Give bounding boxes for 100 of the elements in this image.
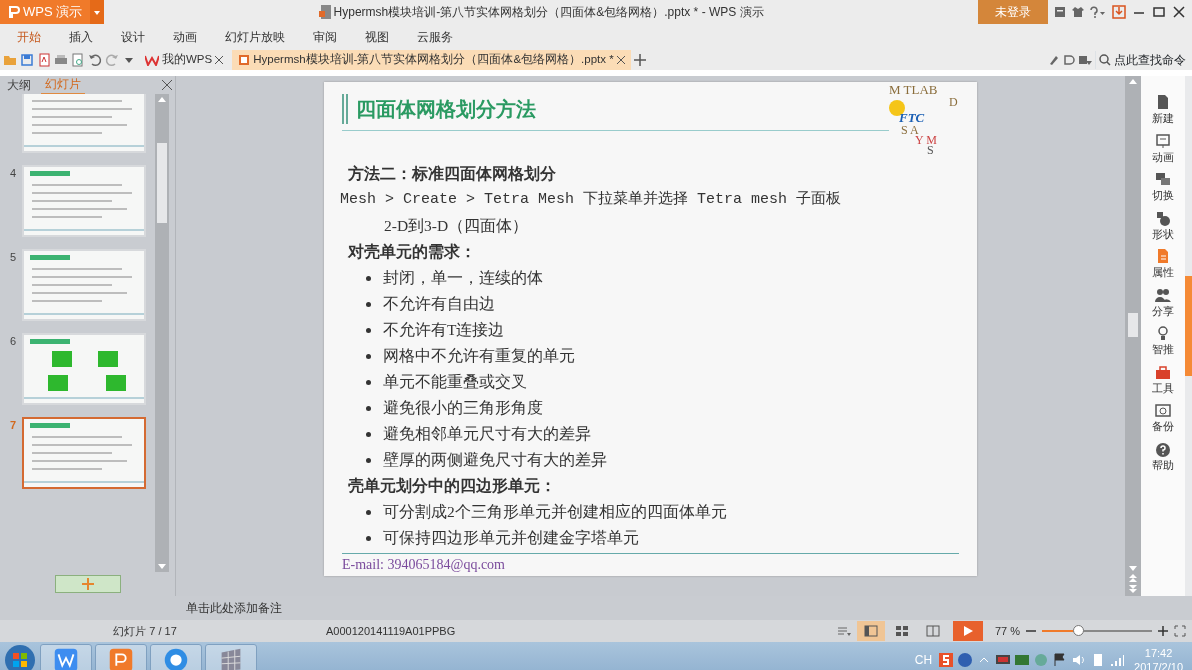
signal-icon[interactable]	[1109, 652, 1126, 668]
document-icon	[318, 5, 331, 19]
preview-icon[interactable]	[71, 53, 85, 67]
scroll-down-icon[interactable]	[158, 564, 166, 569]
bullet-icon	[366, 509, 371, 515]
caret-icon	[94, 10, 101, 15]
zoom-in-icon[interactable]	[1158, 626, 1168, 636]
slide-text: 2-D到3-D（四面体）	[383, 216, 530, 236]
play-icon	[962, 626, 973, 636]
bullet-icon	[366, 431, 371, 437]
next-page-icon[interactable]	[1129, 585, 1137, 593]
menu-tab[interactable]: 云服务	[403, 28, 467, 46]
shapes-icon	[1154, 209, 1172, 226]
sidebar-button[interactable]: 形状	[1143, 209, 1183, 242]
print-icon[interactable]	[54, 53, 68, 67]
notes-field[interactable]: 单击此处添加备注	[186, 599, 282, 617]
help-icon	[1154, 440, 1172, 457]
app-logo-icon	[8, 6, 20, 18]
bullet-text: 避免很小的三角形角度	[383, 398, 543, 418]
writer-app-icon[interactable]	[40, 644, 92, 670]
grid-app-icon[interactable]	[205, 644, 257, 670]
share-doc-icon[interactable]	[1063, 54, 1075, 66]
bullet-icon	[366, 275, 371, 281]
menu-tab[interactable]: 视图	[351, 28, 403, 46]
bullet-icon	[366, 457, 371, 463]
sidebar-button[interactable]: 工具	[1143, 363, 1183, 396]
skin-icon[interactable]	[1054, 6, 1066, 18]
bullet-icon	[366, 535, 371, 541]
sidebar-button[interactable]: 智推	[1143, 325, 1183, 358]
menu-tab[interactable]: 设计	[107, 28, 159, 46]
close-icon[interactable]	[616, 56, 625, 64]
sidebar-button[interactable]: 属性	[1143, 248, 1183, 281]
scroll-down-icon[interactable]	[1129, 566, 1137, 571]
slide-heading: 方法二：标准四面体网格划分	[348, 164, 557, 184]
browser-app-icon[interactable]	[150, 644, 202, 670]
notes-toggle-icon[interactable]	[836, 625, 851, 637]
sidebar-button[interactable]: 新建	[1143, 94, 1183, 127]
menu-tab[interactable]: 开始	[3, 28, 55, 46]
document-tab[interactable]: Hypermsh模块培训-第八节实体网格划分（四面体&包络网格）.pptx *	[232, 50, 631, 70]
undo-icon[interactable]	[88, 53, 102, 67]
sidebar-button[interactable]: 动画	[1143, 132, 1183, 165]
slide-title: 四面体网格划分方法	[356, 97, 536, 122]
vertical-scrollbar[interactable]	[155, 94, 169, 572]
slide-thumbnail[interactable]	[22, 417, 146, 489]
video-icon[interactable]	[1014, 652, 1031, 668]
menu-tab[interactable]: 动画	[159, 28, 211, 46]
fit-window-icon[interactable]	[1174, 625, 1186, 637]
bullet-icon	[366, 379, 371, 385]
menu-tab[interactable]: 审阅	[299, 28, 351, 46]
scroll-up-icon[interactable]	[1129, 79, 1137, 84]
sidebar-button[interactable]: 帮助	[1143, 440, 1183, 473]
download-icon[interactable]	[1112, 5, 1126, 19]
sidebar-button[interactable]: 备份	[1143, 402, 1183, 435]
menu-down-icon[interactable]	[1078, 54, 1092, 66]
slide-number: 5	[8, 250, 16, 265]
pdf-icon[interactable]	[37, 53, 51, 67]
normal-view-button[interactable]	[856, 621, 885, 641]
bullet-icon	[366, 405, 371, 411]
bullet-text: 壁厚的两侧避免尺寸有大的差异	[383, 450, 607, 470]
sogou-input-icon[interactable]	[938, 652, 955, 668]
bullet-text: 可分割成2个三角形单元并创建相应的四面体单元	[383, 502, 727, 522]
save-icon[interactable]	[20, 53, 34, 67]
slide-counter: 幻灯片 7 / 17	[112, 623, 178, 639]
bullet-text: 单元不能重叠或交叉	[383, 372, 527, 392]
zoom-level-text: 77 %	[994, 623, 1020, 639]
shirt-icon[interactable]	[1072, 6, 1084, 18]
close-icon[interactable]	[215, 56, 224, 64]
document-tab[interactable]: 我的WPS	[139, 50, 230, 70]
window-title: Hypermsh模块培训-第八节实体网格划分（四面体&包络网格）.pptx * - WPS 演示	[333, 4, 764, 21]
sidebar-button[interactable]: 分享	[1143, 286, 1183, 319]
close-icon[interactable]	[1172, 5, 1186, 19]
app-menu-caret-button[interactable]	[90, 0, 105, 24]
scrollbar-thumb[interactable]	[1128, 313, 1138, 337]
menu-tab[interactable]: 幻灯片放映	[211, 28, 299, 46]
command-search-field[interactable]: 点此查找命令	[1095, 51, 1186, 69]
scrollbar-thumb[interactable]	[157, 143, 167, 223]
help-icon[interactable]	[1090, 6, 1106, 18]
bullet-text: 避免相邻单元尺寸有大的差异	[383, 424, 591, 444]
email-text: E-mail: 394065184@qq.com	[342, 556, 505, 574]
previous-page-icon[interactable]	[1129, 574, 1137, 582]
scroll-up-icon[interactable]	[158, 97, 166, 102]
menu-tab[interactable]: 插入	[55, 28, 107, 46]
bullet-text: 不允许有自由边	[383, 294, 495, 314]
vertical-scrollbar[interactable]	[1125, 76, 1141, 596]
close-icon[interactable]	[162, 80, 172, 90]
sidebar-button[interactable]: 切换	[1143, 171, 1183, 204]
maximize-icon[interactable]	[1152, 5, 1166, 19]
brush-icon[interactable]	[1048, 54, 1060, 66]
add-slide-button[interactable]	[54, 575, 121, 593]
help-circle-icon[interactable]	[957, 652, 974, 668]
toolbox-icon	[1154, 363, 1172, 380]
open-folder-icon[interactable]	[3, 53, 17, 67]
slideshow-play-button[interactable]	[952, 621, 983, 641]
presentation-app-icon[interactable]	[95, 644, 147, 670]
logo-drawing: M TLAB FTC D S A Y M S	[889, 82, 959, 158]
panel-tab[interactable]: 大纲	[3, 76, 35, 94]
start-button-icon[interactable]	[3, 643, 37, 670]
plus-icon	[81, 578, 94, 590]
wps-logo-icon	[145, 54, 159, 66]
add-tab-icon[interactable]	[633, 54, 646, 66]
